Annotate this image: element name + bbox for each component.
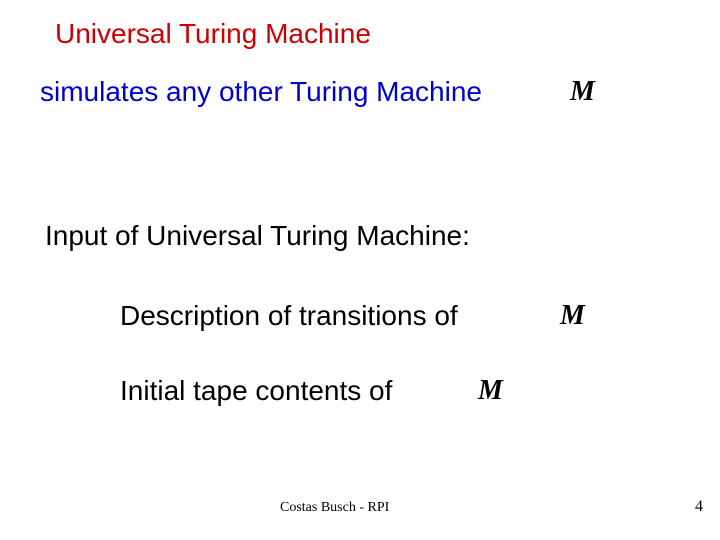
page-number: 4 <box>695 498 703 516</box>
title-line: Universal Turing Machine <box>55 18 371 50</box>
math-symbol-m-2: M <box>560 300 585 332</box>
section-heading: Input of Universal Turing Machine: <box>45 220 470 252</box>
math-symbol-m-3: M <box>478 375 503 407</box>
subtitle-line: simulates any other Turing Machine <box>40 76 482 108</box>
slide: Universal Turing Machine simulates any o… <box>0 0 720 540</box>
math-symbol-m-1: M <box>570 76 595 108</box>
footer-text: Costas Busch - RPI <box>280 500 389 516</box>
bullet-1: Description of transitions of <box>120 300 458 332</box>
bullet-2: Initial tape contents of <box>120 375 392 407</box>
